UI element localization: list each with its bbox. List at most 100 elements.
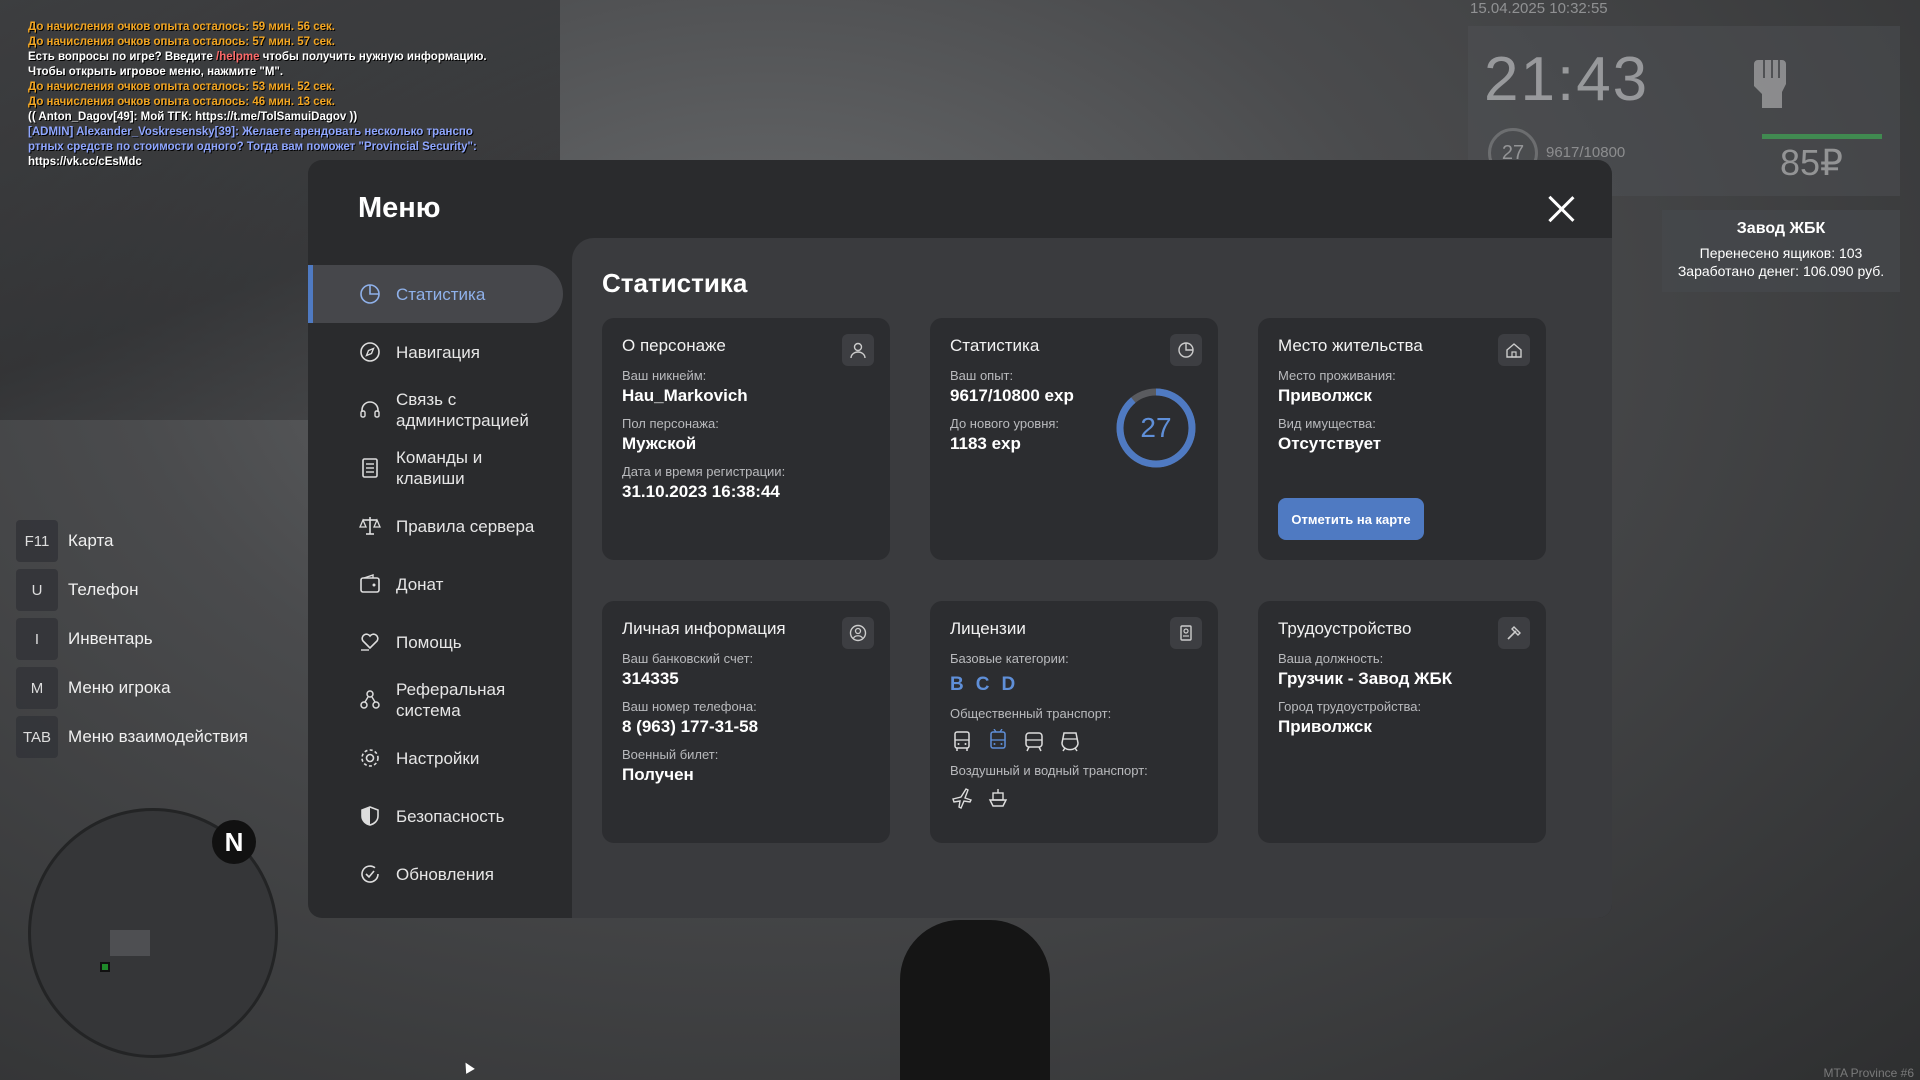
nav-label: Навигация xyxy=(396,342,480,362)
hud-money: 85₽ xyxy=(1780,142,1843,183)
card-title: Трудоустройство xyxy=(1278,619,1412,638)
chat-line: До начисления очков опыта осталось: 59 м… xyxy=(28,21,335,33)
tram-icon xyxy=(1025,732,1043,752)
heart-hand-icon xyxy=(361,633,379,651)
nav-label: Статистика xyxy=(396,284,486,304)
card-personal-info: Личная информация Ваш банковский счет: 3… xyxy=(602,601,890,843)
base-categories: B C D xyxy=(950,674,1198,696)
bus-icon xyxy=(954,731,970,751)
military-id-value: Получен xyxy=(622,765,694,784)
card-statistics: Статистика Ваш опыт: 9617/10800 exp До н… xyxy=(930,318,1218,560)
house-icon xyxy=(1498,334,1530,366)
category-c: C xyxy=(975,674,990,695)
key-cap: F11 xyxy=(16,520,58,562)
card-title: Личная информация xyxy=(622,619,786,638)
key-cap: U xyxy=(16,569,58,611)
key-cap: I xyxy=(16,618,58,660)
card-licenses: Лицензии Базовые категории: B C D Общест… xyxy=(930,601,1218,843)
work-city-value: Приволжск xyxy=(1278,717,1372,736)
job-panel: Завод ЖБК Перенесено ящиков: 103 Заработ… xyxy=(1662,210,1900,292)
nav-label: Безопасность xyxy=(396,806,505,826)
keybind-inventory[interactable]: I Инвентарь xyxy=(16,618,248,660)
public-transport-icons xyxy=(950,729,1198,753)
nav-label: Правила сервера xyxy=(396,516,535,536)
pie-chart-icon xyxy=(360,284,380,304)
field-label: Место проживания: xyxy=(1278,368,1396,383)
chat-line: (( Anton_Dagov[49]: Мой ТГК: https://t.m… xyxy=(28,111,358,123)
position-value: Грузчик - Завод ЖБК xyxy=(1278,669,1453,688)
chat-line: До начисления очков опыта осталось: 46 м… xyxy=(28,96,335,108)
nav-label: Команды и клавиши xyxy=(396,448,483,488)
nav-item-referral[interactable]: Реферальная система xyxy=(308,671,563,729)
headset-icon xyxy=(360,401,380,418)
registration-value: 31.10.2023 16:38:44 xyxy=(622,482,780,501)
key-label: Инвентарь xyxy=(68,629,153,648)
level-value: 27 xyxy=(1140,412,1172,443)
keybind-phone[interactable]: U Телефон xyxy=(16,569,248,611)
chat-line-prefix: Есть вопросы по игре? Введите xyxy=(28,51,217,63)
nav-item-commands[interactable]: Команды и клавиши xyxy=(308,439,563,497)
residence-value: Приволжск xyxy=(1278,386,1372,405)
trolleybus-icon xyxy=(990,729,1006,749)
user-icon xyxy=(842,334,874,366)
card-title: Лицензии xyxy=(950,619,1026,638)
keybind-map[interactable]: F11 Карта xyxy=(16,520,248,562)
chat-line: ртных средств по стоимости одного? Тогда… xyxy=(28,141,477,153)
card-title: О персонаже xyxy=(622,336,726,355)
airplane-icon xyxy=(952,788,972,809)
field-label: Ваш банковский счет: xyxy=(622,651,754,666)
field-label: Вид имущества: xyxy=(1278,416,1376,431)
keybind-player-menu[interactable]: M Меню игрока xyxy=(16,667,248,709)
hammer-icon xyxy=(1498,617,1530,649)
scales-icon xyxy=(359,517,381,535)
nav-label: Донат xyxy=(396,574,444,594)
minimap-player-marker xyxy=(100,962,110,972)
gear-icon xyxy=(361,749,379,767)
air-water-transport-icons xyxy=(950,786,1198,810)
nav-item-admin-contact[interactable]: Связь с администрацией xyxy=(308,381,563,439)
minimap-building xyxy=(110,930,150,956)
nav-item-donate[interactable]: Донат xyxy=(308,555,563,613)
chat-command: /helpme xyxy=(216,51,260,63)
key-cap: M xyxy=(16,667,58,709)
keybind-list: F11 Карта U Телефон I Инвентарь M Меню и… xyxy=(16,520,248,765)
nav-label: Связь с администрацией xyxy=(396,390,529,430)
card-title: Место жительства xyxy=(1278,336,1423,355)
card-title: Статистика xyxy=(950,336,1040,355)
game-menu-window: Меню Статистика Навигация Связь с админи… xyxy=(308,160,1612,918)
field-label: Ваш номер телефона: xyxy=(622,699,757,714)
category-d: D xyxy=(1001,674,1016,695)
field-label: Пол персонажа: xyxy=(622,416,719,431)
card-employment: Трудоустройство Ваша должность: Грузчик … xyxy=(1258,601,1546,843)
nav-label: Обновления xyxy=(396,864,494,884)
nav-item-navigation[interactable]: Навигация xyxy=(308,323,563,381)
referral-icon xyxy=(360,690,380,709)
key-label: Телефон xyxy=(68,580,139,599)
phone-value: 8 (963) 177-31-58 xyxy=(622,717,759,736)
background-character xyxy=(900,920,1050,1080)
hud-clock: 21:43 xyxy=(1484,45,1650,114)
job-title: Завод ЖБК xyxy=(1736,220,1826,237)
user-circle-icon xyxy=(842,617,874,649)
field-label: Воздушный и водный транспорт: xyxy=(950,763,1148,778)
field-label: Военный билет: xyxy=(622,747,719,762)
field-label: Дата и время регистрации: xyxy=(622,464,786,479)
compass-icon xyxy=(360,342,380,362)
nav-item-updates[interactable]: Обновления xyxy=(308,845,563,903)
document-icon xyxy=(362,458,378,478)
close-button[interactable] xyxy=(1544,192,1578,226)
server-watermark: MTA Province #6 xyxy=(1823,1066,1914,1080)
nickname-value: Hau_Markovich xyxy=(622,386,748,405)
nav-item-statistics[interactable]: Статистика xyxy=(308,265,563,323)
chat-line: До начисления очков опыта осталось: 53 м… xyxy=(28,81,335,93)
nav-item-help[interactable]: Помощь xyxy=(308,613,563,671)
nav-item-server-rules[interactable]: Правила сервера xyxy=(308,497,563,555)
nav-item-settings[interactable]: Настройки xyxy=(308,729,563,787)
mark-on-map-button[interactable]: Отметить на карте xyxy=(1278,498,1424,540)
property-value: Отсутствует xyxy=(1278,434,1382,453)
key-label: Меню игрока xyxy=(68,678,171,697)
keybind-interaction-menu[interactable]: TAB Меню взаимодействия xyxy=(16,716,248,758)
hud-datetime: 15.04.2025 10:32:55 xyxy=(1470,0,1608,17)
card-character: О персонаже Ваш никнейм: Hau_Markovich П… xyxy=(602,318,890,560)
nav-item-security[interactable]: Безопасность xyxy=(308,787,563,845)
